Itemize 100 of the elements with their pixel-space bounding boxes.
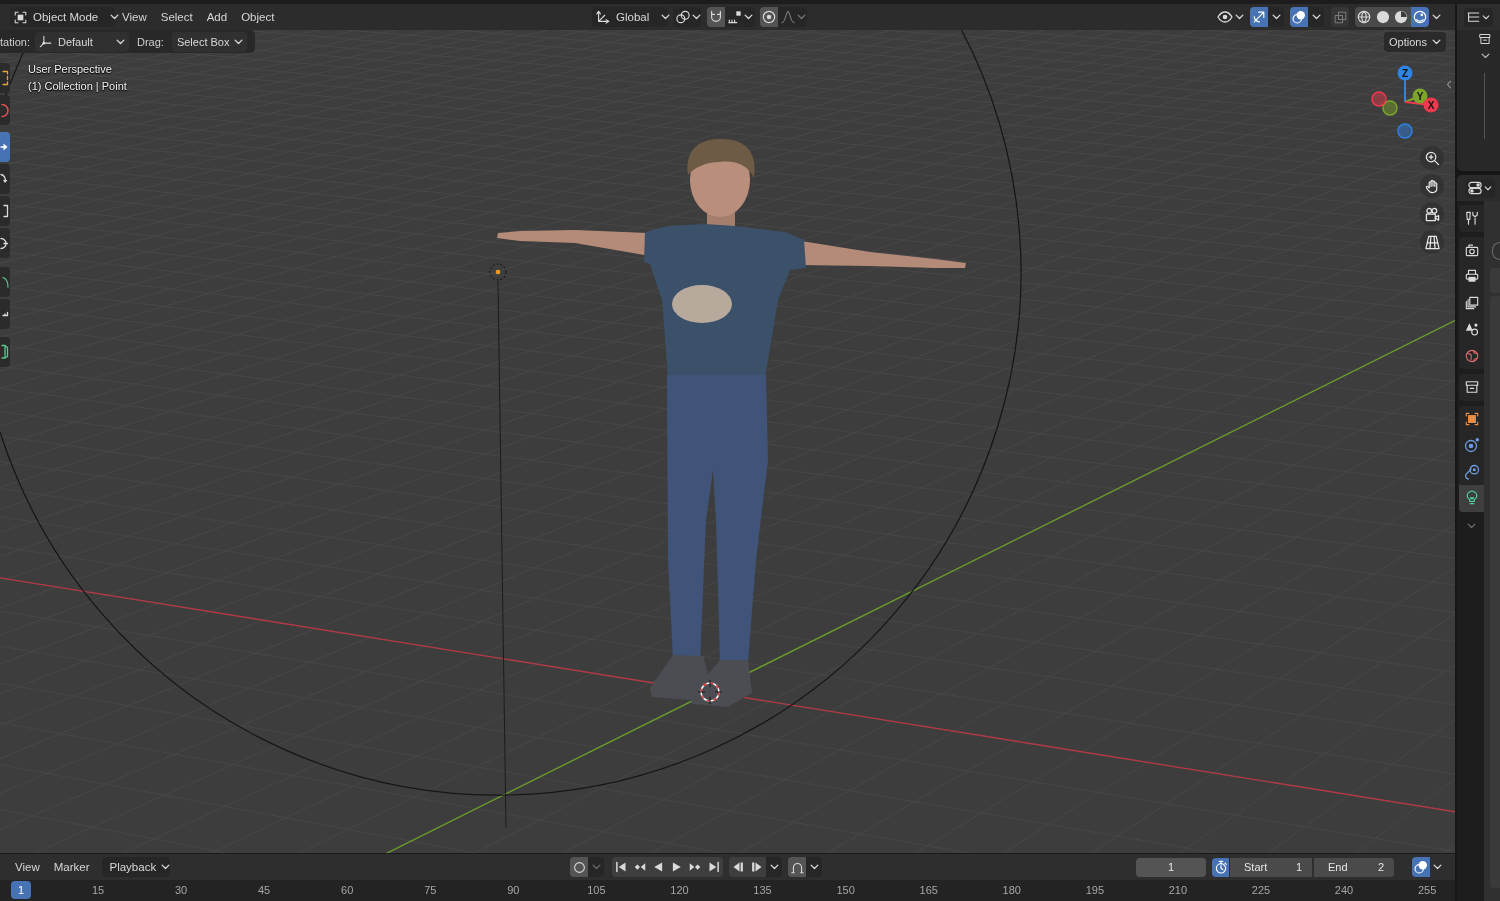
timeline-overlays-toggle[interactable]	[1412, 857, 1430, 877]
shading-mode-button[interactable]	[1392, 7, 1411, 27]
start-frame-field[interactable]: Start 1	[1230, 857, 1312, 877]
bracketed-square-icon	[14, 10, 27, 24]
arch-icon	[790, 860, 804, 874]
frame-number: 30	[174, 884, 188, 897]
orientation-dropdown[interactable]: Default	[34, 31, 129, 52]
menu-item[interactable]: Marker	[46, 857, 97, 877]
properties-tab[interactable]	[1459, 458, 1484, 485]
menu-item[interactable]: View	[115, 7, 154, 27]
caret-icon	[1482, 14, 1490, 20]
display-mode-dropdown[interactable]	[1464, 7, 1493, 27]
falloff-dropdown[interactable]	[778, 7, 807, 27]
caret-icon	[161, 864, 171, 870]
keying-set-dropdown[interactable]	[806, 857, 822, 877]
current-frame-field[interactable]: 1	[1136, 857, 1206, 877]
bracket-icon	[2, 345, 8, 359]
caret-icon	[692, 14, 701, 20]
tool-button[interactable]	[0, 132, 10, 162]
caret-icon	[1311, 14, 1321, 20]
snap-toggle[interactable]	[707, 7, 725, 27]
axis-handle[interactable]	[1412, 88, 1428, 104]
frame-number: 225	[1251, 884, 1271, 897]
snap-target-dropdown[interactable]	[725, 7, 755, 27]
overlapping-squares-icon	[1333, 10, 1347, 24]
zoom-button[interactable]	[1420, 146, 1444, 170]
end-frame-field[interactable]: End 2	[1314, 857, 1394, 877]
box-icon	[1464, 380, 1479, 395]
properties-tab[interactable]	[1459, 205, 1484, 232]
tool-button[interactable]	[0, 164, 10, 194]
auto-keying-toggle[interactable]	[570, 857, 588, 877]
caret-icon	[1432, 38, 1441, 45]
caret-icon	[1484, 185, 1492, 191]
shading-mode-button[interactable]	[1355, 7, 1374, 27]
frame-number: 90	[507, 884, 520, 897]
caret-icon	[115, 38, 125, 45]
caret-icon	[797, 14, 806, 20]
gizmo-options-dropdown[interactable]	[1268, 7, 1284, 27]
pivot-point-dropdown[interactable]	[673, 7, 701, 27]
tool-button[interactable]	[0, 196, 10, 226]
dot-ring-icon	[762, 10, 776, 24]
proportional-editing-toggle[interactable]	[760, 7, 778, 27]
camera-view-button[interactable]	[1420, 202, 1444, 226]
lightbulb-icon	[1464, 491, 1479, 506]
negative-axis-handle[interactable]	[1397, 123, 1413, 139]
caret-icon	[110, 14, 120, 20]
auto-keying-dropdown[interactable]	[588, 857, 604, 877]
preview-range-toggle[interactable]	[1212, 857, 1229, 877]
keying-set-button[interactable]	[788, 857, 806, 877]
jump-to-start-button[interactable]	[612, 857, 631, 877]
playback-dropdown[interactable]: Playback	[101, 857, 170, 877]
keyframe-options-dropdown[interactable]	[766, 857, 782, 877]
tool-button[interactable]	[0, 63, 10, 93]
axis-handle[interactable]	[1397, 65, 1413, 81]
perspective-grid-icon	[1424, 234, 1440, 250]
circle-icon	[572, 860, 586, 874]
menu-item[interactable]: Add	[199, 7, 235, 27]
properties-tab[interactable]	[1459, 405, 1484, 432]
perspective-button[interactable]	[1420, 230, 1444, 254]
tool-button[interactable]	[0, 299, 10, 329]
chevron-left-icon	[1446, 80, 1452, 89]
gizmo-toggle[interactable]	[1250, 7, 1268, 27]
caret-icon	[591, 864, 601, 870]
properties-tab[interactable]	[1459, 485, 1484, 512]
drag-dropdown[interactable]: Select Box	[171, 31, 247, 52]
xray-toggle[interactable]	[1331, 7, 1349, 27]
overlays-options-dropdown[interactable]	[1308, 7, 1324, 27]
magnet-icon	[709, 10, 723, 24]
negative-axis-handle[interactable]	[1371, 91, 1387, 107]
frame-number: 195	[1085, 884, 1104, 897]
expand-toggle[interactable]	[1480, 51, 1491, 60]
overlays-toggle[interactable]	[1290, 7, 1308, 27]
menu-item[interactable]: Object	[234, 7, 282, 27]
caret-icon	[661, 14, 671, 20]
options-dropdown[interactable]: Options	[1384, 31, 1446, 52]
transform-orientation-dropdown[interactable]: Global	[592, 7, 668, 27]
caret-icon	[744, 14, 753, 20]
pan-button[interactable]	[1420, 174, 1444, 198]
increment-grid-icon	[728, 10, 742, 24]
menu-item[interactable]: Select	[153, 7, 200, 27]
tool-button[interactable]	[0, 337, 10, 367]
negative-axis-handle[interactable]	[1382, 100, 1398, 116]
caret-icon	[1235, 14, 1244, 20]
printer-icon	[1464, 269, 1479, 284]
axis-handle[interactable]	[1423, 97, 1439, 113]
camera-icon	[1464, 242, 1479, 257]
frame-number: 45	[258, 884, 271, 897]
properties-tab[interactable]	[1459, 374, 1484, 401]
properties-tab[interactable]	[1459, 236, 1484, 263]
frame-number: 180	[1002, 884, 1021, 897]
editor-type-dropdown[interactable]	[1465, 178, 1495, 198]
tool-button[interactable]	[0, 267, 10, 297]
current-frame-badge[interactable]: 1	[11, 881, 31, 899]
menu-item[interactable]: View	[8, 857, 47, 877]
curved-arrow-icon	[1, 174, 8, 184]
axis-label: X	[1427, 99, 1435, 111]
tool-button[interactable]	[0, 228, 10, 258]
view-name-label: User Perspective	[28, 62, 112, 77]
arc-icon	[2, 276, 8, 288]
previous-key-button[interactable]	[729, 857, 748, 877]
